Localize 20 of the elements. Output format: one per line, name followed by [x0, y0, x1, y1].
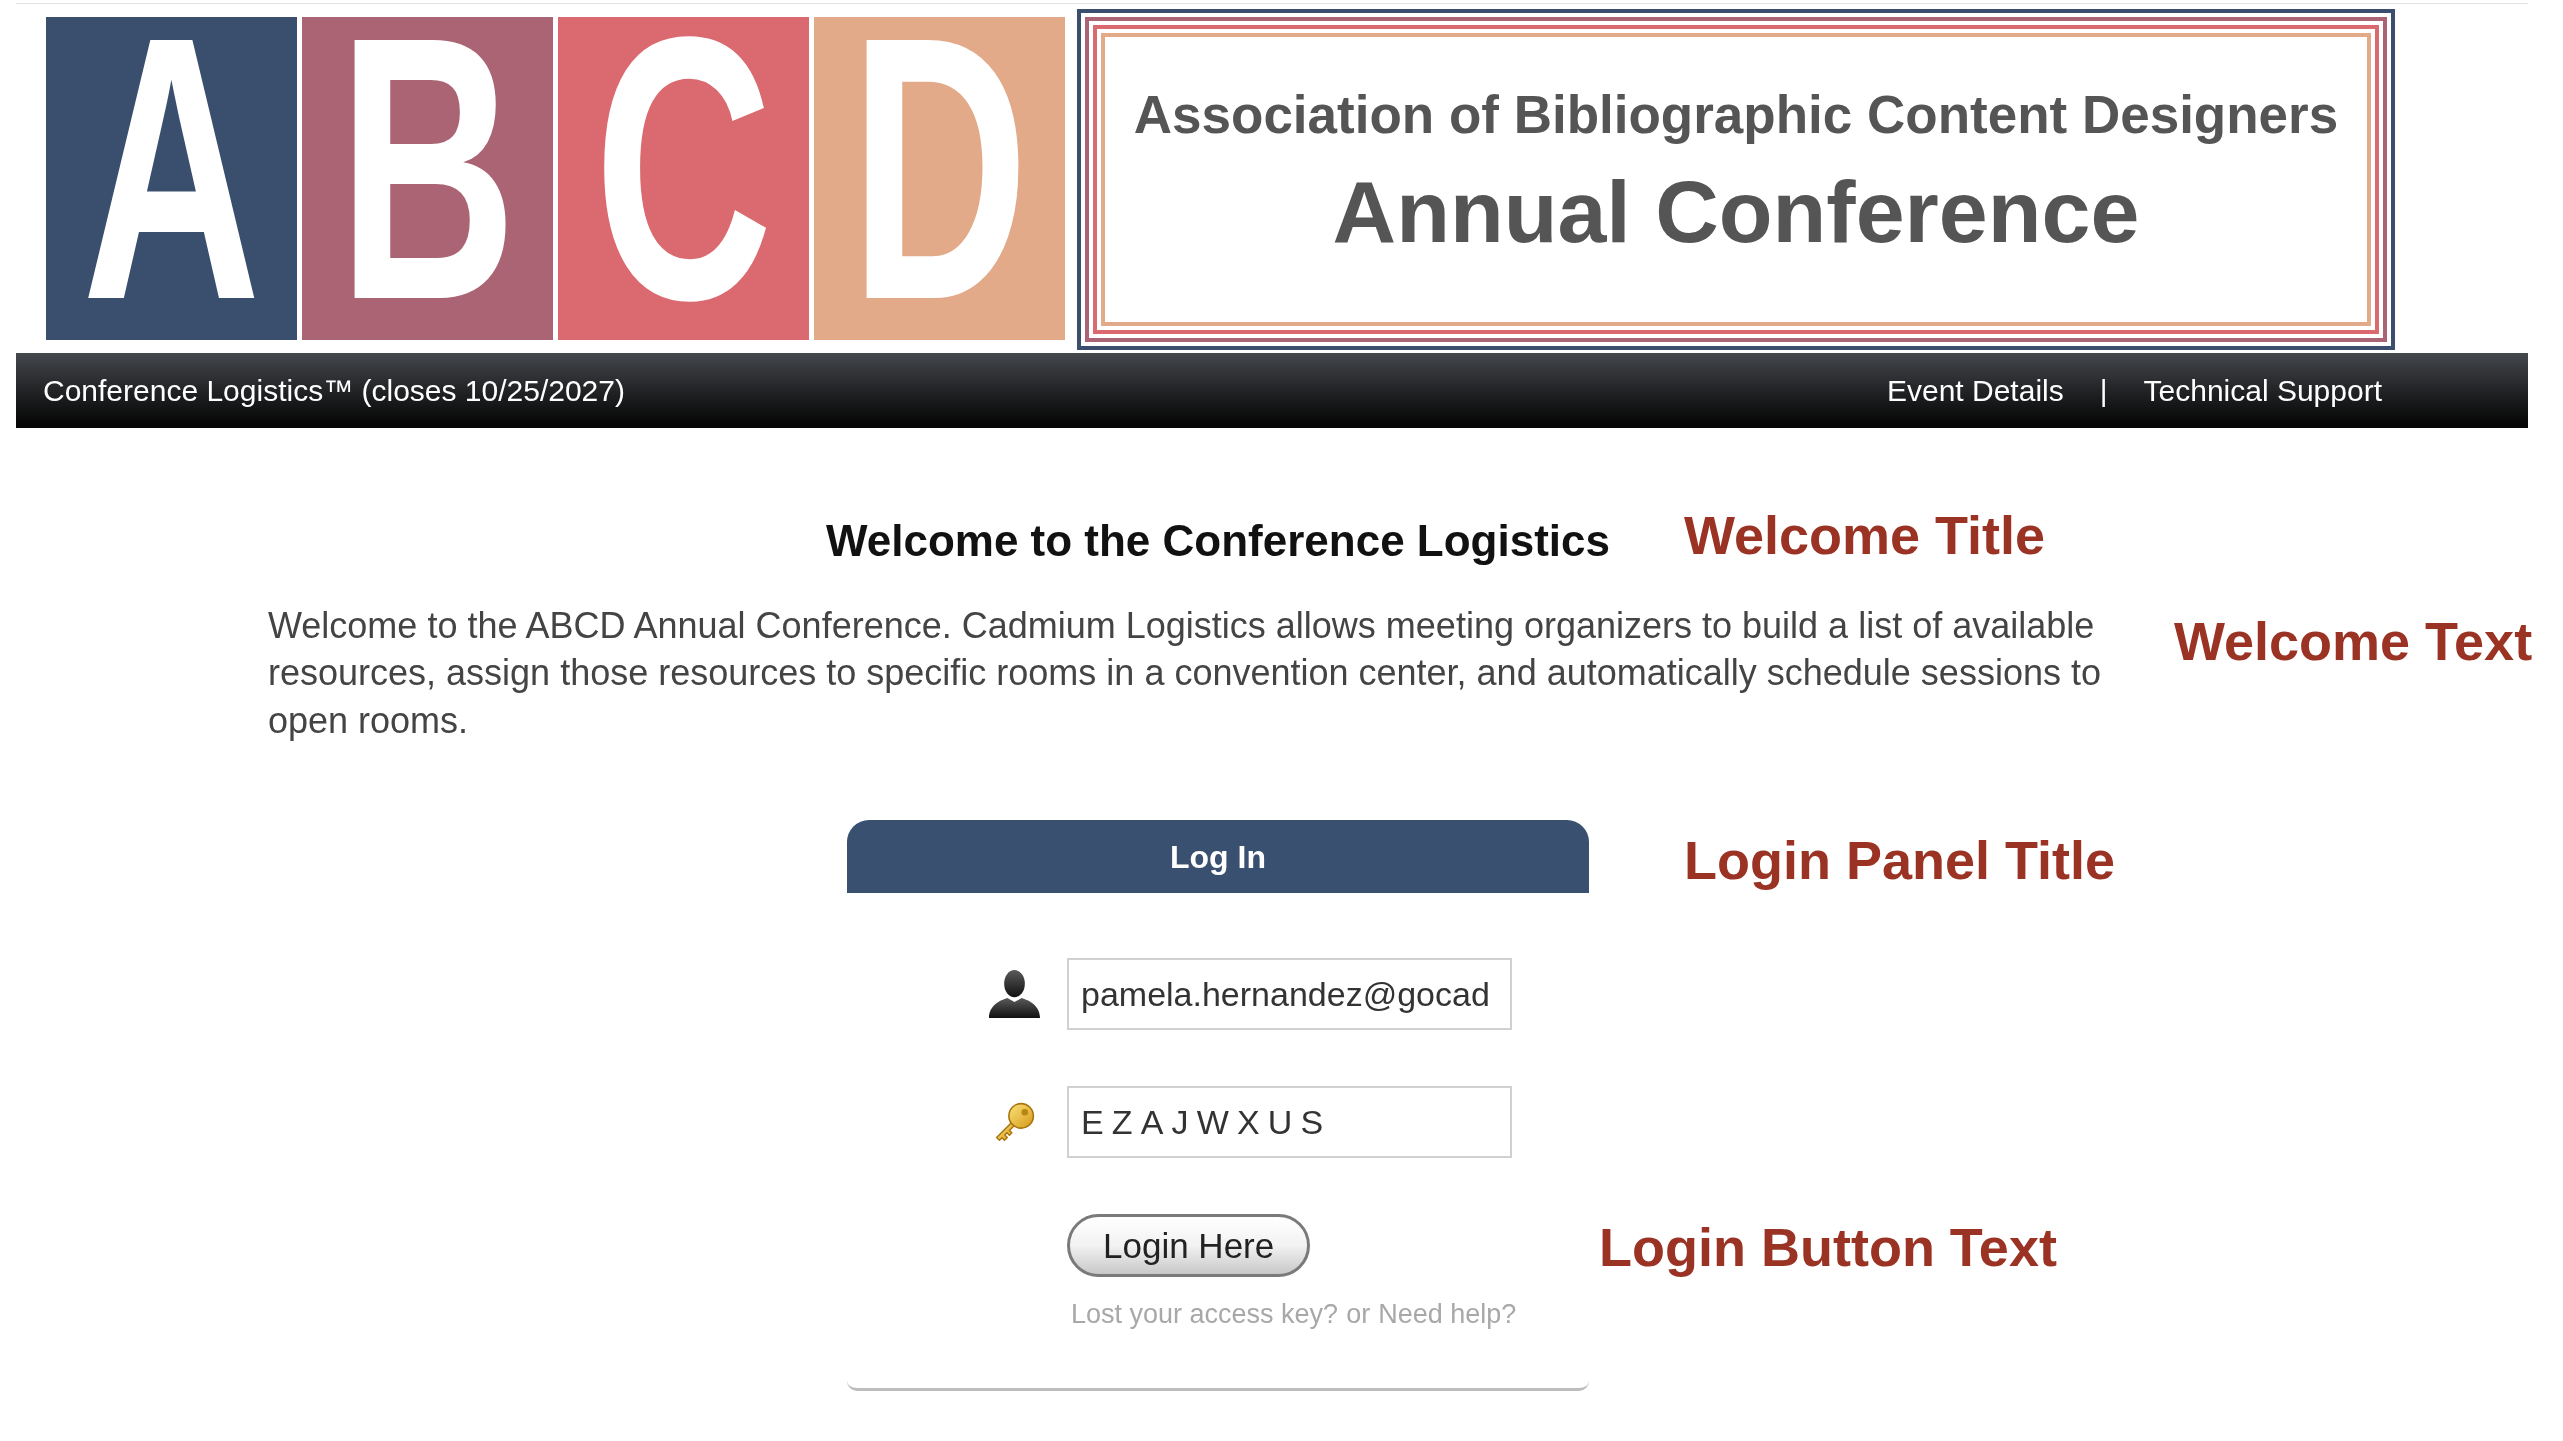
username-field[interactable]: pamela.hernandez@gocad: [1067, 958, 1512, 1031]
nav-link[interactable]: Event Details: [1886, 368, 2064, 413]
banner-title: Annual Conference: [1332, 168, 2140, 256]
login-button[interactable]: Login Here: [1067, 1214, 1311, 1278]
login-panel-title: Log In: [1170, 837, 1266, 877]
nav-link[interactable]: Technical Support: [2143, 368, 2382, 413]
welcome-text: Welcome to the ABCD Annual Conference. Cadmium Logistics allows meeting organizers to build a list of available resources, assign those resources to specific rooms in a convention center, and automatically schedule sessions to open rooms.: [268, 604, 2102, 743]
help-connector-text: or: [1346, 1298, 1371, 1331]
nav-separator: |: [2099, 373, 2108, 409]
person-icon: [989, 970, 1040, 1019]
logo-letter: B: [338, 18, 517, 318]
logo-letter: D: [850, 18, 1029, 318]
annotation-label: Welcome Title: [1684, 508, 2046, 562]
logo-letter: A: [82, 18, 261, 318]
welcome-title: Welcome to the Conference Logistics: [826, 516, 1610, 566]
navbar-title: Conference Logistics™ (closes 10/25/2027): [43, 373, 625, 409]
access-key-field[interactable]: EZAJWXUS: [1067, 1086, 1512, 1159]
logo-letter: C: [594, 18, 773, 318]
key-icon: [993, 1101, 1036, 1144]
annotation-label: Welcome Text: [2174, 614, 2533, 668]
